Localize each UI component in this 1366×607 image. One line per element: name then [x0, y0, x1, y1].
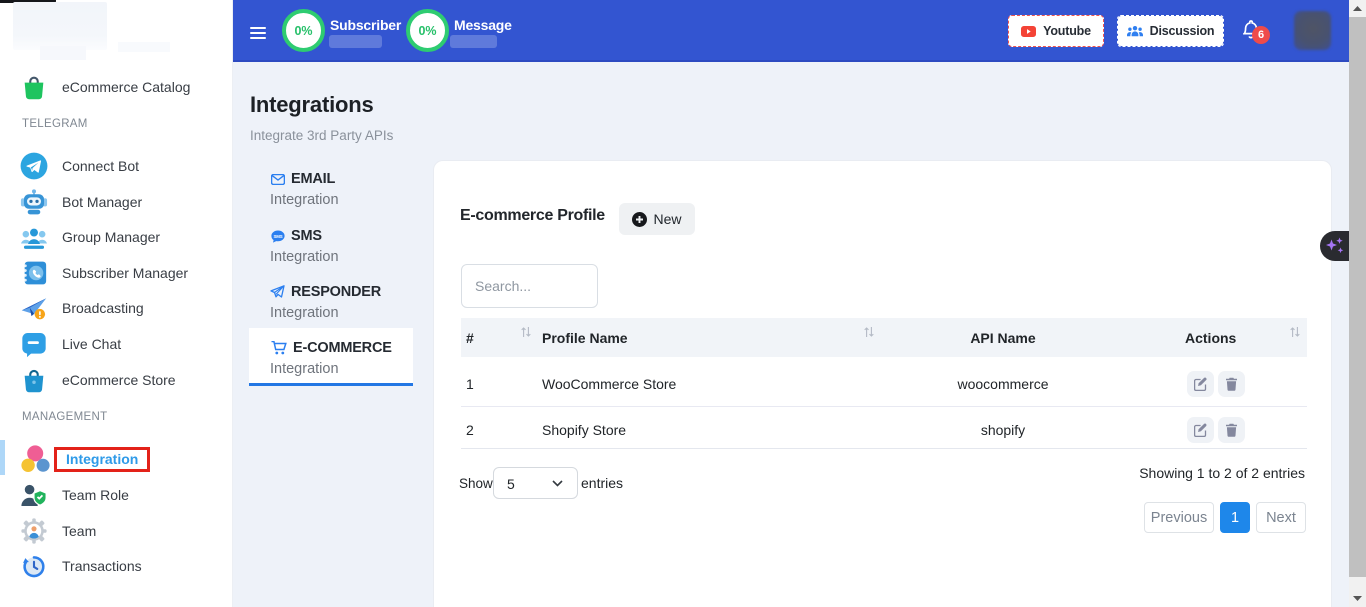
svg-text:SMS: SMS [274, 233, 283, 238]
